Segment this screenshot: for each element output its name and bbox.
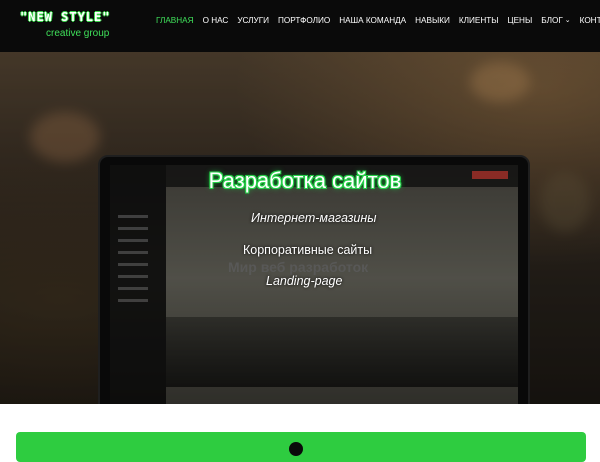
nav-item-team[interactable]: НАША КОМАНДА [339,16,406,25]
service-item[interactable]: Корпоративные сайты [243,243,372,257]
logo-subtitle: creative group [46,28,110,39]
nav-item-skills[interactable]: НАВЫКИ [415,16,450,25]
nav-item-blog-label: БЛОГ [541,15,563,25]
nav-item-about[interactable]: О НАС [203,16,229,25]
service-item[interactable]: Интернет-магазины [251,211,376,225]
hero-section: Мир веб разработок Разработка сайтов Инт… [0,52,600,404]
nav-item-main[interactable]: ГЛАВНАЯ [156,16,194,25]
nav-item-prices[interactable]: ЦЕНЫ [508,16,533,25]
nav-item-portfolio[interactable]: ПОРТФОЛИО [278,16,330,25]
hero-title: Разработка сайтов [208,168,402,193]
hero-overlay [0,52,600,404]
service-item[interactable]: Landing-page [266,274,342,288]
chevron-down-icon: ⌄ [564,17,571,24]
nav-item-services[interactable]: УСЛУГИ [237,16,269,25]
nav-item-contacts[interactable]: КОНТАКТЫ [580,16,600,25]
main-nav: ГЛАВНАЯ О НАС УСЛУГИ ПОРТФОЛИО НАША КОМА… [156,14,600,26]
nav-item-clients[interactable]: КЛИЕНТЫ [459,16,499,25]
nav-item-blog[interactable]: БЛОГ ⌄ [541,16,570,25]
circle-icon [289,442,303,456]
logo-title: "NEW STYLE" [20,10,111,24]
logo[interactable]: "NEW STYLE" creative group [20,10,130,44]
green-panel[interactable] [16,432,586,462]
site-header: "NEW STYLE" creative group ГЛАВНАЯ О НАС… [0,0,600,52]
